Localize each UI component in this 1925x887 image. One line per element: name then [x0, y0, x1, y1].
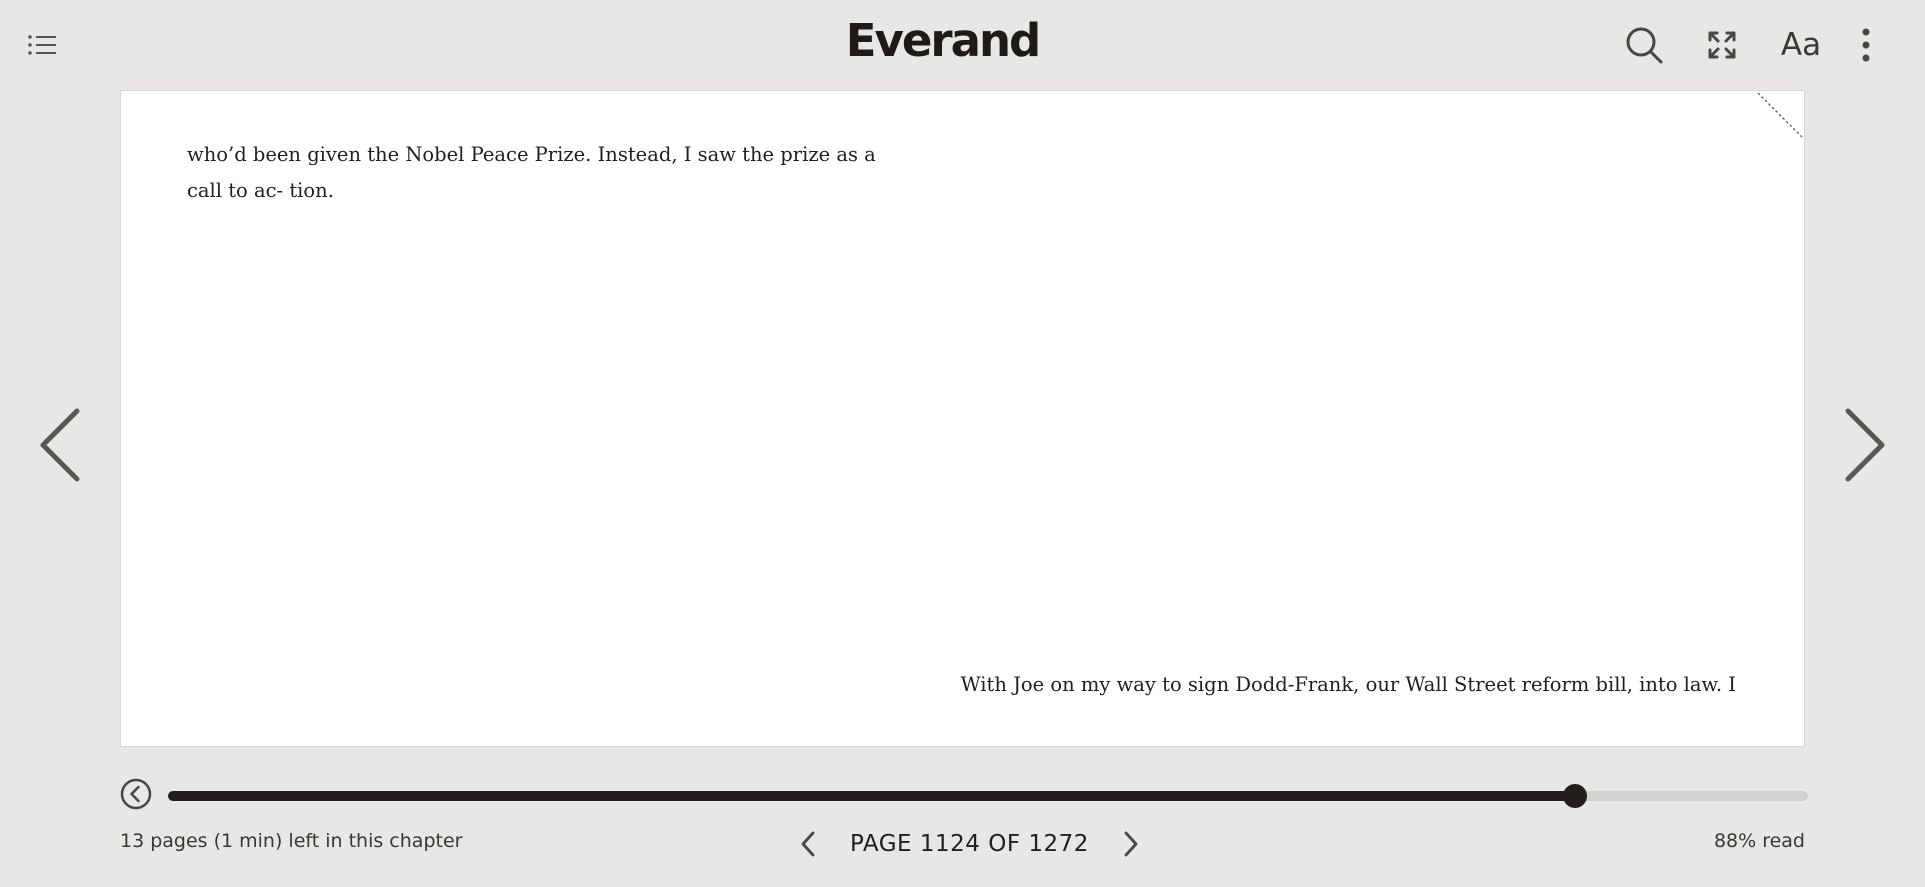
chevron-left-icon [40, 408, 80, 482]
search-icon [1626, 27, 1663, 64]
slider-fill [168, 791, 1576, 801]
chevron-left-icon [801, 831, 815, 857]
chevron-right-icon [1845, 408, 1885, 482]
chapter-remaining-text: 13 pages (1 min) left in this chapter [120, 830, 463, 852]
return-to-position-button[interactable] [120, 778, 152, 810]
left-column-text: who’d been given the Nobel Peace Prize. … [187, 143, 876, 202]
book-page[interactable]: who’d been given the Nobel Peace Prize. … [120, 90, 1805, 747]
percent-read-text: 88% read [1713, 830, 1805, 852]
right-column-text: With Joe on my way to sign Dodd-Frank, o… [960, 673, 1736, 696]
previous-page-arrow[interactable] [35, 405, 85, 485]
chevron-right-icon [1124, 831, 1138, 857]
top-bar: Everand Aa [0, 0, 1925, 90]
reading-progress-slider[interactable] [168, 784, 1808, 808]
font-settings-label: Aa [1780, 27, 1822, 63]
slider-thumb[interactable] [1563, 784, 1588, 808]
everand-logo: Everand [845, 14, 1041, 67]
more-vertical-icon [1862, 28, 1870, 62]
back-circle-icon [120, 778, 152, 810]
page-pager: PAGE 1124 OF 1272 [790, 824, 1149, 864]
page-number-label: PAGE 1124 OF 1272 [850, 831, 1089, 857]
more-options-button[interactable] [1856, 22, 1876, 68]
pager-prev-button[interactable] [790, 826, 826, 862]
expand-icon [1708, 31, 1736, 59]
search-button[interactable] [1622, 22, 1666, 68]
fullscreen-button[interactable] [1702, 22, 1742, 68]
font-settings-button[interactable]: Aa [1776, 22, 1826, 68]
page-corner-bookmark[interactable] [1756, 91, 1804, 139]
pager-next-button[interactable] [1113, 826, 1149, 862]
next-page-arrow[interactable] [1840, 405, 1890, 485]
